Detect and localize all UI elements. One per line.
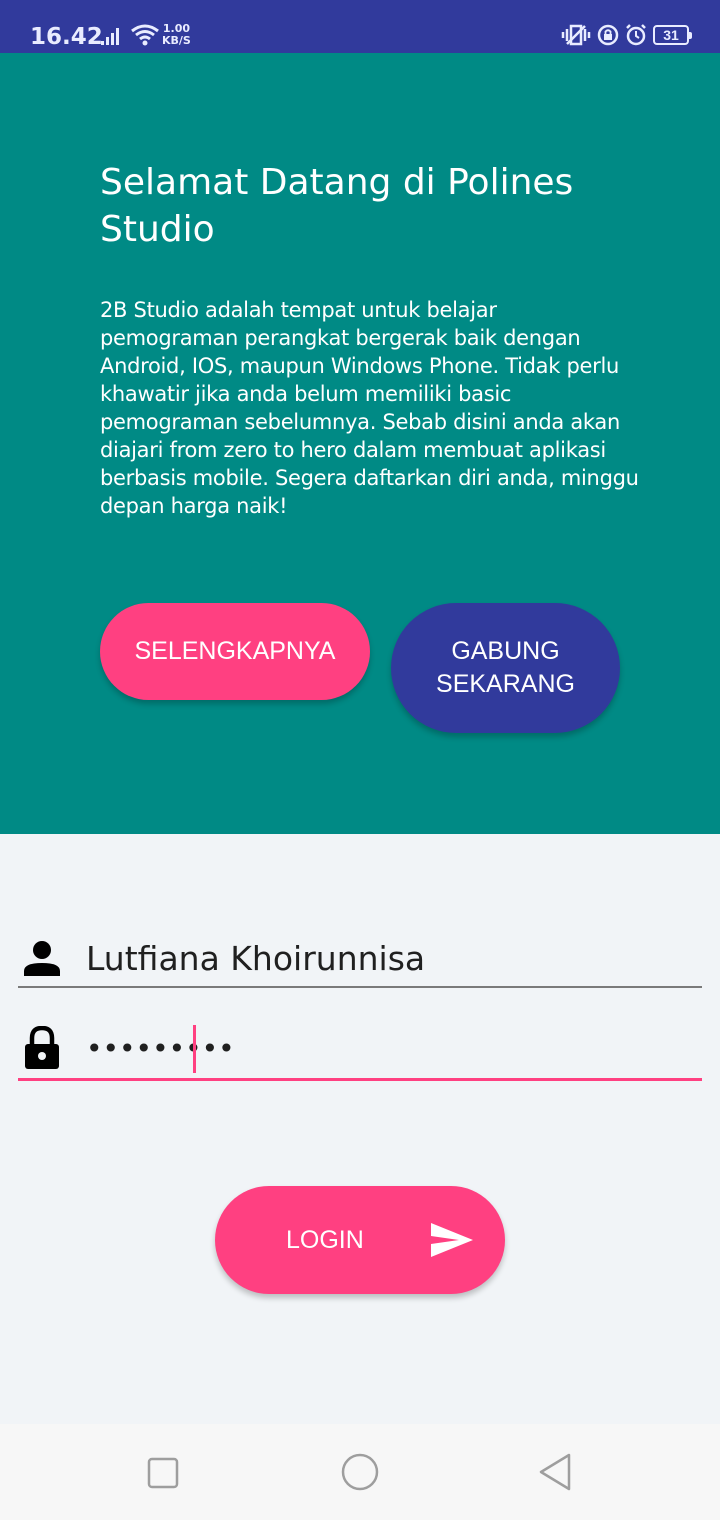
status-bar: 16.42 1.00 KB/S 31 bbox=[0, 0, 720, 53]
battery-tip bbox=[689, 31, 692, 39]
text-cursor bbox=[193, 1025, 196, 1073]
recent-apps-icon[interactable] bbox=[147, 1457, 179, 1489]
login-button-label: LOGIN bbox=[286, 1226, 364, 1254]
lock-icon bbox=[25, 1026, 59, 1069]
alarm-icon bbox=[626, 24, 646, 46]
network-speed: 1.00 KB/S bbox=[162, 23, 191, 47]
signal-icon bbox=[101, 28, 119, 45]
join-now-label-line2: SEKARANG bbox=[436, 670, 575, 698]
welcome-description: 2B Studio adalah tempat untuk belajar pe… bbox=[100, 298, 639, 518]
home-icon[interactable] bbox=[340, 1452, 380, 1492]
password-field[interactable] bbox=[18, 1016, 702, 1081]
password-input[interactable] bbox=[86, 1020, 686, 1076]
back-icon[interactable] bbox=[537, 1452, 573, 1492]
welcome-title: Selamat Datang di Polines Studio bbox=[100, 162, 574, 250]
rotation-lock-icon bbox=[597, 24, 619, 46]
status-icons: 31 bbox=[561, 24, 692, 46]
username-field[interactable] bbox=[18, 930, 702, 988]
battery-level: 31 bbox=[653, 25, 689, 45]
join-now-button[interactable]: GABUNG SEKARANG bbox=[391, 603, 620, 733]
welcome-banner: Selamat Datang di Polines Studio 2B Stud… bbox=[0, 53, 720, 834]
send-icon bbox=[431, 1223, 473, 1257]
battery-indicator: 31 bbox=[653, 25, 692, 45]
network-speed-unit: KB/S bbox=[162, 34, 191, 47]
wifi-icon bbox=[131, 24, 159, 46]
more-info-button[interactable]: SELENGKAPNYA bbox=[100, 603, 370, 700]
join-now-label-line1: GABUNG bbox=[451, 637, 560, 665]
join-now-button-label: GABUNG SEKARANG bbox=[436, 635, 575, 701]
navigation-bar bbox=[0, 1424, 720, 1520]
person-icon bbox=[24, 941, 60, 976]
username-input[interactable] bbox=[86, 930, 686, 986]
status-time: 16.42 bbox=[30, 24, 103, 50]
vibrate-icon bbox=[561, 24, 591, 46]
login-button[interactable]: LOGIN bbox=[215, 1186, 505, 1294]
